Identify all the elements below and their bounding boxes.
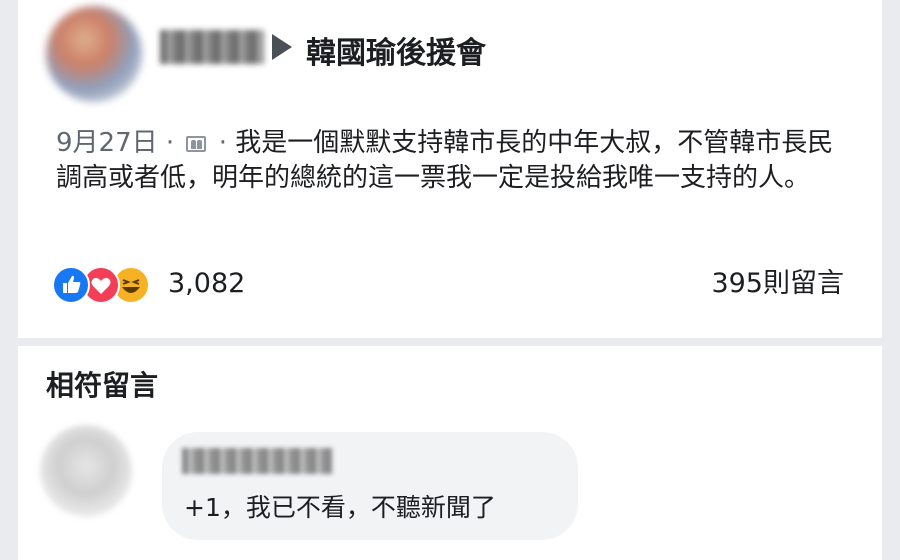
commenter-avatar[interactable] xyxy=(40,425,132,517)
separator-dot: · xyxy=(165,128,175,158)
post-date[interactable]: 9月27日 xyxy=(56,128,158,158)
comment-count[interactable]: 395則留言 xyxy=(711,266,844,302)
poster-avatar[interactable] xyxy=(46,6,142,102)
post-body: 9月27日 · · 我是一個默默支持韓市長的中年大叔，不管韓市長民調高或者低，明… xyxy=(56,126,856,196)
comment-text: +1，我已不看，不聽新聞了 xyxy=(184,493,496,522)
poster-name-redacted[interactable] xyxy=(160,30,264,64)
reaction-count[interactable]: 3,082 xyxy=(168,266,245,302)
group-name-link[interactable]: 韓國瑜後援會 xyxy=(306,28,486,72)
commenter-name-redacted[interactable] xyxy=(182,448,332,474)
group-icon xyxy=(186,136,207,152)
separator-dot-2: · xyxy=(218,128,227,158)
section-title: 相符留言 xyxy=(46,369,159,402)
reaction-icons[interactable] xyxy=(52,266,172,304)
like-icon xyxy=(52,266,90,304)
arrow-right-icon xyxy=(272,34,292,60)
